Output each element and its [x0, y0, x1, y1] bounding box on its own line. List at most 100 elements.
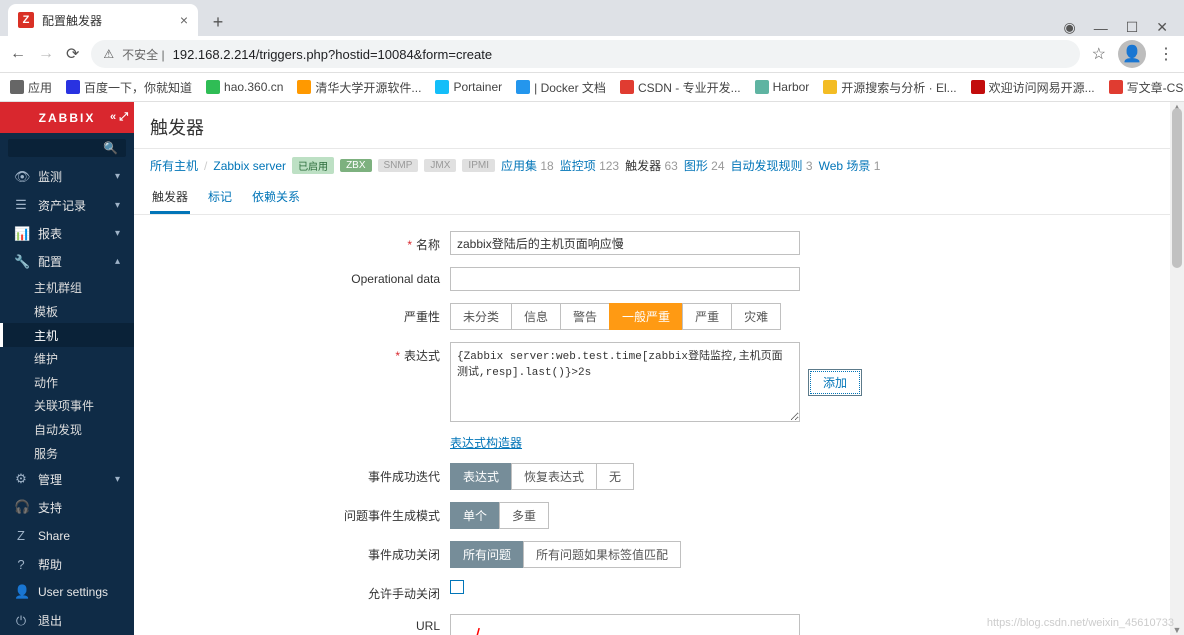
omnibox[interactable]: ⚠ 不安全 | 192.168.2.214/triggers.php?hosti… — [91, 40, 1079, 68]
sev-1[interactable]: 信息 — [511, 303, 561, 330]
bookmark-tsinghua[interactable]: 清华大学开源软件... — [297, 79, 421, 96]
bookmark-netease[interactable]: 欢迎访问网易开源... — [971, 79, 1095, 96]
label-expr: 表达式 — [404, 349, 440, 363]
breadcrumb: 所有主机/ Zabbix server 已启用 ZBX SNMP JMX IPM… — [134, 149, 1184, 180]
crumb-graphs[interactable]: 图形 24 — [684, 157, 725, 174]
menu-icon[interactable]: ⋮ — [1158, 44, 1174, 64]
sub-actions[interactable]: 动作 — [0, 371, 134, 395]
sev-4[interactable]: 严重 — [682, 303, 732, 330]
share-icon: Z — [14, 528, 28, 543]
chart-icon: 📊 — [14, 226, 28, 242]
bookmarks-bar: 应用 百度一下，你就知道 hao.360.cn 清华大学开源软件... Port… — [0, 72, 1184, 102]
label-url: URL — [416, 619, 440, 633]
okgen-none[interactable]: 无 — [596, 463, 634, 490]
sev-3[interactable]: 一般严重 — [609, 303, 683, 330]
name-input[interactable] — [450, 231, 800, 255]
secure-label: 不安全 | — [122, 46, 164, 63]
sub-templates[interactable]: 模板 — [0, 300, 134, 324]
expr-textarea[interactable]: {Zabbix server:web.test.time[zabbix登陆监控,… — [450, 342, 800, 422]
nav-monitor[interactable]: 👁监测▾ — [0, 163, 134, 191]
tab-deps[interactable]: 依赖关系 — [250, 180, 302, 214]
sev-5[interactable]: 灾难 — [731, 303, 781, 330]
sub-hostgroups[interactable]: 主机群组 — [0, 276, 134, 300]
tab-trigger[interactable]: 触发器 — [150, 180, 190, 214]
close-window-icon[interactable]: ✕ — [1156, 19, 1168, 36]
nav-assets[interactable]: ☰资产记录▾ — [0, 191, 134, 219]
nav-reports[interactable]: 📊报表▾ — [0, 219, 134, 247]
sub-services[interactable]: 服务 — [0, 441, 134, 465]
label-manclose: 允许手动关闭 — [368, 587, 440, 601]
bookmark-search[interactable]: 开源搜索与分析 · El... — [823, 79, 956, 96]
scroll-thumb[interactable] — [1172, 108, 1182, 268]
okgen-expr[interactable]: 表达式 — [450, 463, 512, 490]
tab-title: 配置触发器 — [42, 12, 172, 29]
bookmark-harbor[interactable]: Harbor — [755, 80, 810, 94]
insecure-icon: ⚠ — [103, 47, 114, 61]
label-opdata: Operational data — [351, 272, 440, 286]
maximize-icon[interactable]: ☐ — [1126, 19, 1139, 36]
bookmark-star-icon[interactable]: ☆ — [1092, 44, 1106, 64]
reload-icon[interactable]: ⟳ — [66, 44, 79, 64]
sev-0[interactable]: 未分类 — [450, 303, 512, 330]
record-icon[interactable]: ◉ — [1063, 19, 1075, 36]
probgen-multi[interactable]: 多重 — [499, 502, 549, 529]
crumb-server[interactable]: Zabbix server — [213, 159, 286, 173]
minimize-icon[interactable]: — — [1094, 20, 1108, 36]
bookmark-hao360[interactable]: hao.360.cn — [206, 80, 283, 94]
label-severity: 严重性 — [404, 310, 440, 324]
apps-button[interactable]: 应用 — [10, 79, 52, 96]
sub-maint[interactable]: 维护 — [0, 347, 134, 371]
nav-share[interactable]: ZShare — [0, 522, 134, 550]
expr-builder-link[interactable]: 表达式构造器 — [450, 434, 522, 451]
back-icon[interactable]: ← — [10, 45, 26, 63]
nav-admin[interactable]: ⚙管理▾ — [0, 465, 134, 493]
crumb-disc[interactable]: 自动发现规则 3 — [731, 157, 813, 174]
sidebar: ZABBIX« ⤢ 🔍 👁监测▾ ☰资产记录▾ 📊报表▾ 🔧配置▴ 主机群组 模… — [0, 102, 134, 635]
close-icon[interactable]: × — [180, 12, 188, 28]
gear-icon: ⚙ — [14, 471, 28, 487]
crumb-triggers: 触发器 63 — [625, 157, 678, 174]
bookmark-docker[interactable]: | Docker 文档 — [516, 79, 606, 96]
zabbix-logo[interactable]: ZABBIX« ⤢ — [0, 102, 134, 133]
logout-icon: ⏻ — [14, 613, 28, 629]
pill-zbx: ZBX — [340, 159, 371, 172]
list-icon: ☰ — [14, 197, 28, 213]
label-okgen: 事件成功迭代 — [368, 470, 440, 484]
tab-tags[interactable]: 标记 — [206, 180, 234, 214]
okclose-all[interactable]: 所有问题 — [450, 541, 524, 568]
crumb-web[interactable]: Web 场景 1 — [819, 157, 881, 174]
sub-hosts[interactable]: 主机 — [0, 323, 134, 347]
bookmark-portainer[interactable]: Portainer — [435, 80, 502, 94]
eye-icon: 👁 — [14, 169, 28, 185]
new-tab-button[interactable]: + — [204, 8, 232, 36]
sidebar-search[interactable]: 🔍 — [8, 139, 126, 156]
profile-avatar[interactable]: 👤 — [1118, 40, 1146, 68]
nav-user[interactable]: 👤User settings — [0, 578, 134, 606]
manclose-checkbox[interactable] — [450, 580, 464, 594]
bookmark-write[interactable]: 写文章-CSDN博客 — [1109, 79, 1184, 96]
nav-help[interactable]: ?帮助 — [0, 550, 134, 578]
opdata-input[interactable] — [450, 267, 800, 291]
sub-corr[interactable]: 关联项事件 — [0, 394, 134, 418]
collapse-icon[interactable]: « ⤢ — [110, 111, 128, 124]
url-input[interactable] — [450, 614, 800, 635]
sub-disc[interactable]: 自动发现 — [0, 418, 134, 442]
nav-config[interactable]: 🔧配置▴ — [0, 248, 134, 276]
okclose-tag[interactable]: 所有问题如果标签值匹配 — [523, 541, 681, 568]
crumb-allhosts[interactable]: 所有主机 — [150, 157, 198, 174]
probgen-single[interactable]: 单个 — [450, 502, 500, 529]
chevron-down-icon: ▾ — [115, 171, 120, 182]
nav-logout[interactable]: ⏻退出 — [0, 607, 134, 635]
scrollbar[interactable]: ▲ ▼ — [1170, 102, 1184, 635]
sev-2[interactable]: 警告 — [560, 303, 610, 330]
nav-support[interactable]: 🎧支持 — [0, 493, 134, 521]
crumb-apps[interactable]: 应用集 18 — [501, 157, 554, 174]
wrench-icon: 🔧 — [14, 254, 28, 270]
expr-add-button[interactable]: 添加 — [808, 369, 862, 396]
label-okclose: 事件成功关闭 — [368, 548, 440, 562]
browser-tab[interactable]: Z 配置触发器 × — [8, 4, 198, 36]
bookmark-csdn[interactable]: CSDN - 专业开发... — [620, 79, 741, 96]
okgen-recov[interactable]: 恢复表达式 — [511, 463, 597, 490]
bookmark-baidu[interactable]: 百度一下，你就知道 — [66, 79, 192, 96]
crumb-items[interactable]: 监控项 123 — [560, 157, 619, 174]
